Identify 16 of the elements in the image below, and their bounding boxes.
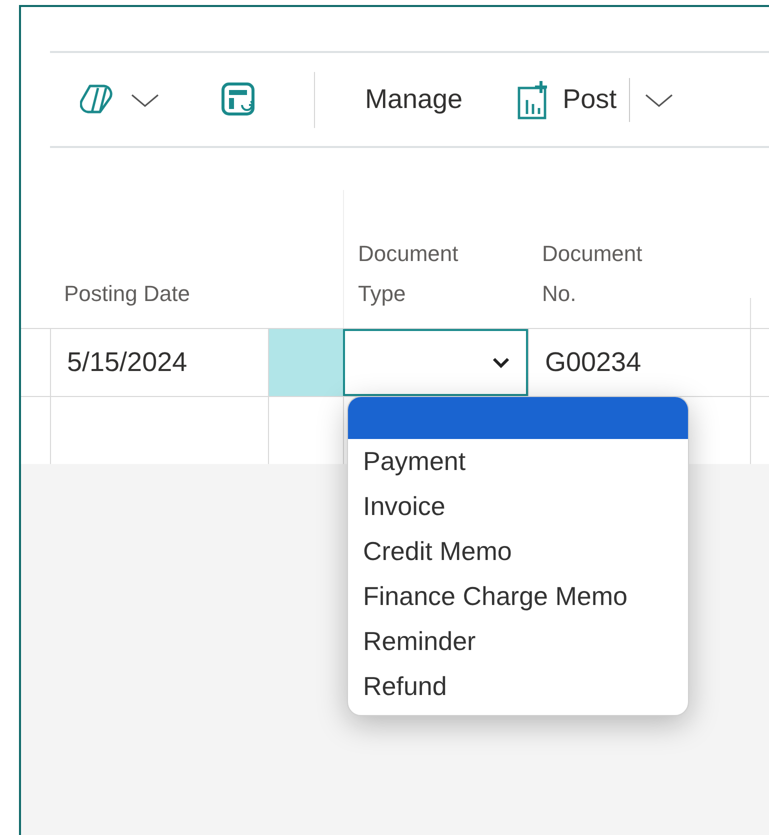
manage-button[interactable]: Manage bbox=[365, 79, 463, 120]
dropdown-option[interactable]: Reminder bbox=[348, 619, 688, 664]
chevron-down-icon[interactable] bbox=[644, 92, 674, 108]
document-add-icon bbox=[516, 80, 549, 120]
post-button[interactable]: Post bbox=[516, 79, 617, 120]
chevron-down-icon bbox=[492, 356, 510, 368]
dropdown-option[interactable]: Payment bbox=[348, 439, 688, 484]
column-header: Document No. bbox=[542, 240, 644, 308]
column-header: Document Type bbox=[358, 240, 460, 308]
dropdown-option[interactable]: Credit Memo bbox=[348, 529, 688, 574]
dropdown-option[interactable]: Finance Charge Memo bbox=[348, 574, 688, 619]
document-type-select[interactable] bbox=[343, 329, 528, 396]
column-header: Posting Date bbox=[64, 280, 190, 308]
dropdown-option[interactable]: Refund bbox=[348, 664, 688, 709]
dropdown-option[interactable]: Invoice bbox=[348, 484, 688, 529]
chevron-down-icon[interactable] bbox=[130, 92, 160, 108]
